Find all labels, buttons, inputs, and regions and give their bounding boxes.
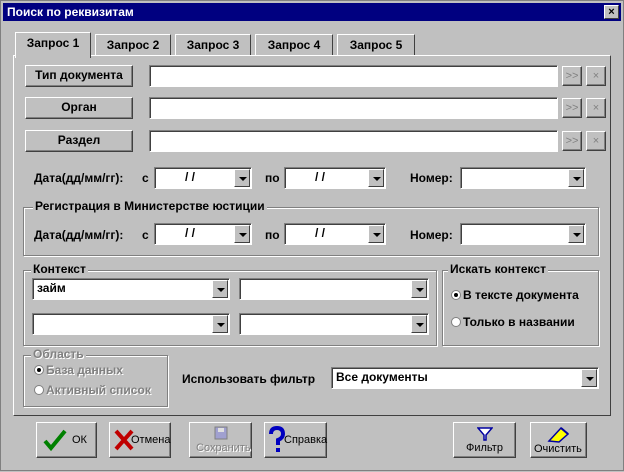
save-label: Сохранить: [196, 442, 251, 454]
search-dialog: Поиск по реквизитам × Запрос 1 Запрос 2 …: [0, 0, 624, 471]
ok-button[interactable]: ОК: [36, 422, 97, 458]
funnel-icon: [477, 427, 493, 441]
cancel-button[interactable]: Отмена: [109, 422, 171, 458]
filter-button[interactable]: Фильтр: [453, 422, 516, 458]
eraser-icon: [547, 426, 570, 443]
cancel-label: Отмена: [131, 434, 171, 446]
filter-button-label: Фильтр: [466, 442, 503, 454]
save-button[interactable]: Сохранить: [189, 422, 252, 458]
save-disk-icon: [214, 426, 228, 440]
help-label: Справка: [284, 434, 328, 446]
clear-button[interactable]: Очистить: [530, 422, 587, 458]
help-button[interactable]: Справка: [264, 422, 327, 458]
ok-label: ОК: [72, 434, 87, 446]
checkmark-icon: [43, 429, 67, 452]
clear-button-label: Очистить: [534, 443, 582, 455]
